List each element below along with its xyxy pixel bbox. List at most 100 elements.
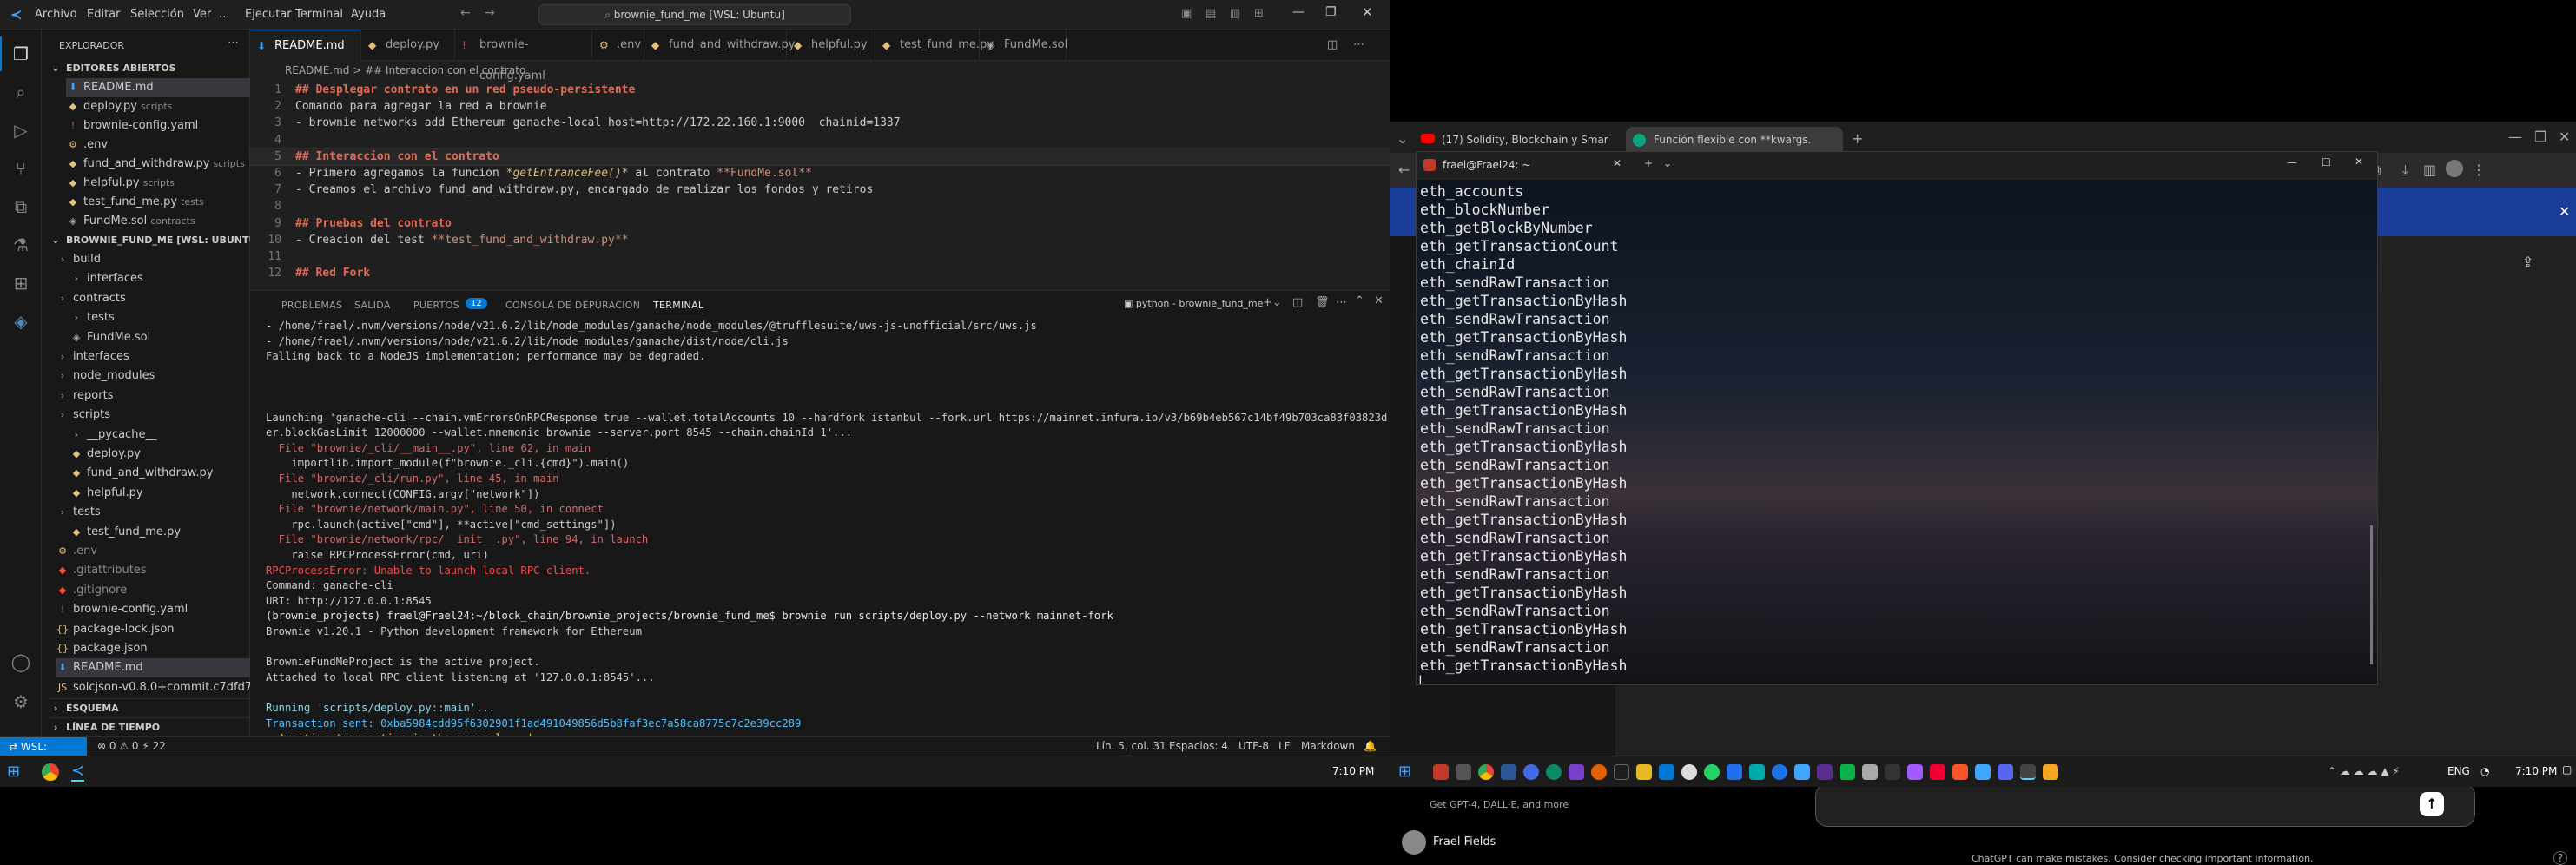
app-icon-4[interactable] (1523, 764, 1539, 780)
editor-tab[interactable]: ◈ FundMe.sol (980, 30, 1067, 61)
app-icon-14[interactable] (1907, 764, 1923, 780)
app-icon-8[interactable] (1727, 764, 1742, 780)
extensions-icon[interactable]: ⊞ (10, 273, 31, 294)
app-icon-12[interactable] (1862, 764, 1878, 780)
chrome-menu-icon[interactable]: ⋮ (2472, 162, 2486, 178)
chrome-tab-chatgpt[interactable]: Función flexible con **kwargs. (1626, 127, 1843, 153)
editor-tab[interactable]: ◆ deploy.py (361, 30, 455, 61)
tray-icons[interactable]: ⌃ ☁ ☁ ☁ ▲ ⚡ (2328, 765, 2400, 777)
tree-item[interactable]: ⚙ .env (56, 542, 97, 561)
tree-item[interactable]: ◆ helpful.py (69, 484, 143, 503)
app-icon-13[interactable] (1885, 764, 1900, 780)
cursor-position[interactable]: Lín. 5, col. 31 (1096, 740, 1166, 752)
sidepanel-icon[interactable]: ▥ (2423, 162, 2436, 178)
editor-tab[interactable]: ◆ fund_and_withdraw.py (644, 30, 795, 61)
editor-tab[interactable]: ⬇ README.md (250, 30, 361, 61)
tree-item[interactable]: › interfaces (56, 347, 129, 366)
github-icon[interactable] (1681, 764, 1697, 780)
more-actions-icon[interactable]: ⋯ (228, 36, 239, 50)
app-icon-9[interactable] (1749, 764, 1765, 780)
terminal-profile[interactable]: ▣ python - brownie_fund_me (1124, 298, 1263, 309)
close-icon[interactable]: ✕ (1362, 4, 1373, 20)
notifications-icon[interactable]: ▢ (2562, 763, 2572, 776)
tree-item[interactable]: › scripts (56, 406, 110, 425)
tree-item[interactable]: › build (56, 250, 101, 269)
taskbar-clock[interactable]: 7:10 PM (2515, 765, 2557, 777)
account-icon[interactable]: ◯ (10, 651, 31, 672)
editor-tab[interactable]: ⚙ .env (592, 30, 644, 61)
app-icon-11[interactable] (1840, 764, 1855, 780)
layout-panel-icon[interactable]: ▤ (1205, 7, 1216, 20)
app-icon-3[interactable] (1501, 764, 1516, 780)
nav-back-icon[interactable]: ← (460, 6, 471, 20)
open-editor-item[interactable]: ! brownie-config.yaml (66, 116, 250, 135)
tree-item[interactable]: ◆ test_fund_me.py (69, 523, 181, 542)
tree-item[interactable]: › contracts (56, 289, 126, 308)
app-icon-2[interactable] (1456, 764, 1471, 780)
remote-indicator[interactable]: ⇄ WSL: Ubuntu (0, 737, 87, 772)
panel-more-icon[interactable]: ⋯ (1336, 296, 1347, 309)
menu-ayuda[interactable]: Ayuda (351, 8, 386, 21)
tree-item[interactable]: › reports (56, 386, 114, 406)
editor-tab[interactable]: ! brownie-config.yaml (455, 30, 592, 83)
tree-item[interactable]: ! brownie-config.yaml (56, 600, 188, 619)
project-header[interactable]: ⌄ BROWNIE_FUND_ME [WSL: UBUNTU] (49, 231, 261, 250)
app-icon-10[interactable] (1772, 764, 1787, 780)
chrome-taskbar-icon[interactable] (1478, 764, 1494, 780)
tree-item[interactable]: ◆ deploy.py (69, 445, 141, 464)
notifications-icon[interactable]: 🔔 (1364, 740, 1377, 752)
editor-tab[interactable]: ◆ test_fund_me.py (875, 30, 994, 61)
dropdown-icon[interactable]: ⌄ (1663, 157, 1672, 169)
layout-custom-icon[interactable]: ⊞ (1254, 7, 1264, 20)
wifi-icon[interactable]: ◔ (2480, 765, 2489, 777)
testing-icon[interactable]: ⚗ (10, 234, 31, 255)
nav-forward-icon[interactable]: → (485, 6, 495, 20)
tree-item[interactable]: › node_modules (56, 366, 155, 386)
user-avatar[interactable] (1402, 830, 1426, 855)
tree-item[interactable]: ◆ fund_and_withdraw.py (69, 464, 214, 483)
indentation[interactable]: Espacios: 4 (1169, 740, 1228, 752)
menu-ejecutar[interactable]: Ejecutar (245, 8, 292, 21)
layout-secondary-icon[interactable]: ▥ (1230, 7, 1240, 20)
tab-search-icon[interactable]: ⌄ (1397, 130, 1408, 147)
menu-more[interactable]: ... (219, 8, 229, 21)
explorer-icon[interactable]: ❐ (10, 43, 31, 64)
app-icon-17[interactable] (1998, 764, 2013, 780)
restore-icon[interactable]: ❐ (1325, 5, 1337, 19)
tree-item[interactable]: {} package-lock.json (56, 620, 175, 639)
tree-item[interactable]: JS solcjson-v0.8.0+commit.c7dfd78e.js (56, 678, 279, 697)
back-icon[interactable]: ← (1398, 162, 1410, 178)
terminal-taskbar-icon[interactable] (2020, 764, 2036, 780)
app-icon-6[interactable] (1614, 764, 1629, 780)
windows-start-icon[interactable]: ⊞ (7, 763, 20, 781)
integrated-terminal[interactable]: - /home/frael/.nvm/versions/node/v21.6.2… (250, 319, 1390, 753)
tree-item[interactable]: › interfaces (69, 269, 143, 288)
menu-editar[interactable]: Editar (87, 8, 121, 21)
eol[interactable]: LF (1278, 740, 1291, 752)
profile-avatar[interactable] (2446, 160, 2463, 177)
menu-archivo[interactable]: Archivo (35, 8, 77, 21)
vscode-taskbar-icon[interactable] (1794, 764, 1810, 780)
app-icon-15[interactable] (1930, 764, 1945, 780)
help-icon[interactable]: ? (2553, 851, 2567, 865)
upgrade-text[interactable]: Get GPT-4, DALL·E, and more (1430, 799, 1569, 810)
app-icon-16[interactable] (1975, 764, 1991, 780)
settings-gear-icon[interactable]: ⚙ (10, 691, 31, 712)
user-name[interactable]: Frael Fields (1433, 835, 1496, 848)
open-editor-item[interactable]: ◆ test_fund_me.py tests (66, 193, 250, 212)
open-editor-item[interactable]: ◆ deploy.py scripts (66, 97, 250, 116)
new-tab-icon[interactable]: + (1644, 157, 1653, 169)
tree-item[interactable]: ◆ .gitignore (56, 581, 127, 600)
tab-consola-depuracion[interactable]: CONSOLA DE DEPURACIÓN (505, 300, 640, 311)
chrome-taskbar-icon[interactable] (42, 763, 59, 781)
kill-terminal-icon[interactable]: 🗑 (1315, 296, 1330, 309)
new-terminal-icon[interactable]: +⌄ (1263, 296, 1282, 309)
app-icon-1[interactable] (1433, 764, 1449, 780)
chrome-close-icon[interactable]: ✕ (2559, 129, 2570, 145)
tree-item[interactable]: ⬇ README.md (56, 658, 250, 678)
close-panel-icon[interactable]: ✕ (1374, 294, 1384, 307)
command-center[interactable]: ⌕ brownie_fund_me [WSL: Ubuntu] (538, 4, 851, 25)
menu-ver[interactable]: Ver (193, 8, 211, 21)
tab-puertos[interactable]: PUERTOS (413, 300, 459, 311)
encoding[interactable]: UTF-8 (1238, 740, 1269, 752)
